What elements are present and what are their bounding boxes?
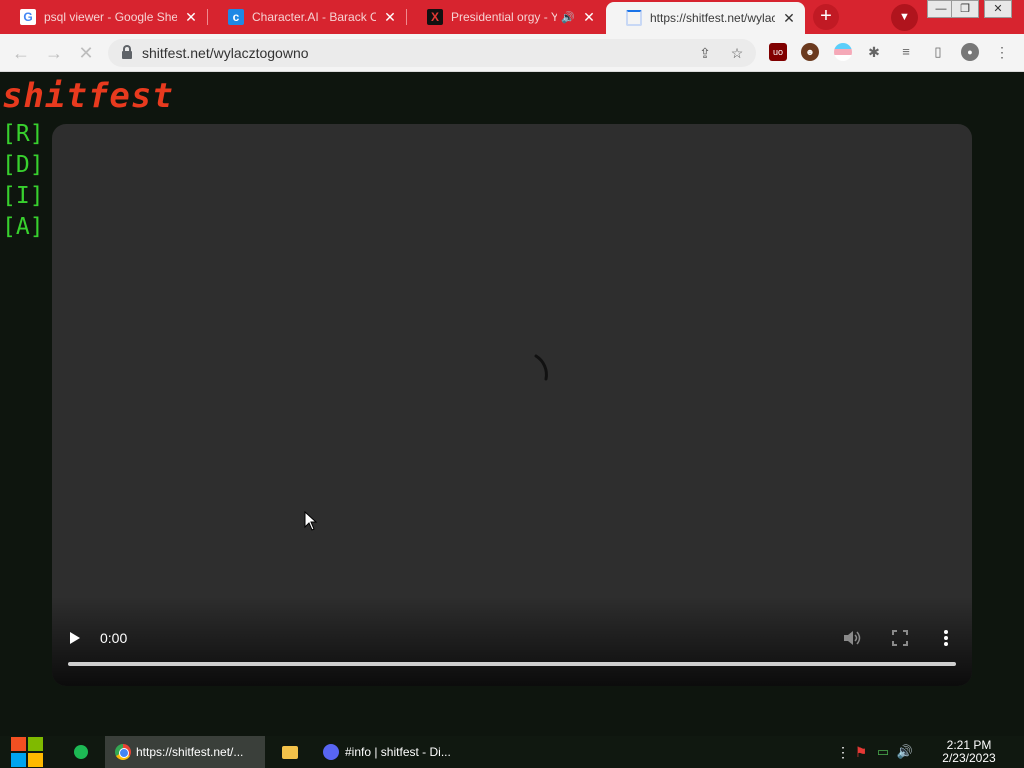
address-bar[interactable]: shitfest.net/wylacztogowno ⇪ ☆ <box>108 39 756 67</box>
new-tab-button[interactable]: + <box>813 4 839 30</box>
taskbar-chrome[interactable]: https://shitfest.net/... <box>105 736 265 768</box>
extension-avatar-icon[interactable]: ☻ <box>801 43 819 61</box>
taskbar-explorer[interactable] <box>272 736 308 768</box>
tab-title: Presidential orgy - YouTube <box>451 10 558 24</box>
tab-psql-viewer[interactable]: G psql viewer - Google Sheets ✕ <box>0 0 207 34</box>
loading-spinner-icon <box>534 354 548 381</box>
nav-link-d[interactable]: [D] <box>2 150 44 181</box>
taskbar-sheets[interactable] <box>64 736 100 768</box>
video-player[interactable]: 0:00 <box>52 124 972 686</box>
chrome-icon <box>115 744 131 760</box>
lock-icon[interactable] <box>122 45 132 59</box>
windows-start-icon[interactable] <box>10 736 44 768</box>
nav-link-i[interactable]: [I] <box>2 181 44 212</box>
controls-gradient <box>52 596 972 686</box>
stop-button[interactable]: ✕ <box>74 41 98 65</box>
tab-character-ai[interactable]: c Character.AI - Barack Obama ✕ <box>208 0 406 34</box>
action-center-flag-icon[interactable]: ⚑ <box>850 744 872 761</box>
extensions-puzzle-icon[interactable]: ✱ <box>865 43 883 61</box>
folder-icon <box>282 745 298 759</box>
time-display: 0:00 <box>100 630 128 646</box>
tab-title: Character.AI - Barack Obama <box>252 10 376 24</box>
ublock-icon[interactable]: uo <box>769 43 787 61</box>
side-nav: [R] [D] [I] [A] <box>2 119 44 243</box>
forward-button[interactable]: → <box>42 41 66 65</box>
profile-avatar-icon[interactable]: ● <box>961 43 979 61</box>
volume-icon[interactable] <box>842 629 862 647</box>
discord-icon <box>323 744 339 760</box>
restore-button[interactable]: ❐ <box>951 0 979 18</box>
character-ai-icon: c <box>228 9 244 25</box>
more-options-icon[interactable] <box>943 630 949 646</box>
tray-overflow-icon[interactable]: ⋮ <box>836 744 850 761</box>
nav-link-a[interactable]: [A] <box>2 212 44 243</box>
x-icon: X <box>427 9 443 25</box>
clock-date: 2/23/2023 <box>942 751 996 765</box>
taskbar: https://shitfest.net/... #info | shitfes… <box>0 736 1024 768</box>
page-content: shitfest [R] [D] [I] [A] 0:00 <box>0 72 1024 736</box>
google-g-icon: G <box>20 9 36 25</box>
loading-spinner-icon <box>626 10 642 26</box>
tab-presidential[interactable]: X Presidential orgy - YouTube 🔊 ✕ <box>407 0 605 34</box>
menu-kebab-icon[interactable]: ⋮ <box>993 43 1011 61</box>
close-icon[interactable]: ✕ <box>581 9 597 25</box>
mouse-cursor-icon <box>304 511 318 531</box>
back-button[interactable]: ← <box>9 41 33 65</box>
extension-flag-icon[interactable] <box>834 43 852 61</box>
nav-link-r[interactable]: [R] <box>2 119 44 150</box>
volume-tray-icon[interactable]: 🔊 <box>894 744 916 760</box>
fullscreen-icon[interactable] <box>892 630 908 646</box>
tab-title: https://shitfest.net/wylacztogowno <box>650 11 775 25</box>
tab-strip: G psql viewer - Google Sheets ✕ c Charac… <box>0 0 1024 34</box>
system-tray: ⋮ ⚑ ▭ 🔊 <box>836 736 916 768</box>
taskbar-label: https://shitfest.net/... <box>136 745 244 759</box>
taskbar-discord[interactable]: #info | shitfest - Di... <box>313 736 473 768</box>
tab-title: psql viewer - Google Sheets <box>44 10 177 24</box>
close-icon[interactable]: ✕ <box>382 9 398 25</box>
bookmark-star-icon[interactable]: ☆ <box>728 44 746 62</box>
system-clock[interactable]: 2:21 PM 2/23/2023 <box>936 739 1002 765</box>
site-logo[interactable]: shitfest <box>2 76 174 116</box>
tab-shitfest[interactable]: https://shitfest.net/wylacztogowno ✕ <box>606 2 805 34</box>
progress-bar[interactable] <box>68 662 956 666</box>
browser-toolbar: ← → ✕ shitfest.net/wylacztogowno ⇪ ☆ uo … <box>0 34 1024 72</box>
play-icon[interactable] <box>70 632 80 644</box>
url-text[interactable]: shitfest.net/wylacztogowno <box>142 45 309 61</box>
taskbar-label: #info | shitfest - Di... <box>345 745 451 759</box>
side-panel-icon[interactable]: ▯ <box>929 43 947 61</box>
close-window-button[interactable]: ✕ <box>984 0 1012 18</box>
close-icon[interactable]: ✕ <box>781 10 797 26</box>
close-icon[interactable]: ✕ <box>183 9 199 25</box>
share-icon[interactable]: ⇪ <box>696 44 714 62</box>
media-control-icon[interactable]: ≡ <box>897 43 915 61</box>
network-icon[interactable]: ▭ <box>872 744 894 760</box>
sheets-icon <box>74 745 88 759</box>
speaker-icon[interactable]: 🔊 <box>561 11 575 24</box>
tab-search-button[interactable]: ▼ <box>891 4 918 31</box>
